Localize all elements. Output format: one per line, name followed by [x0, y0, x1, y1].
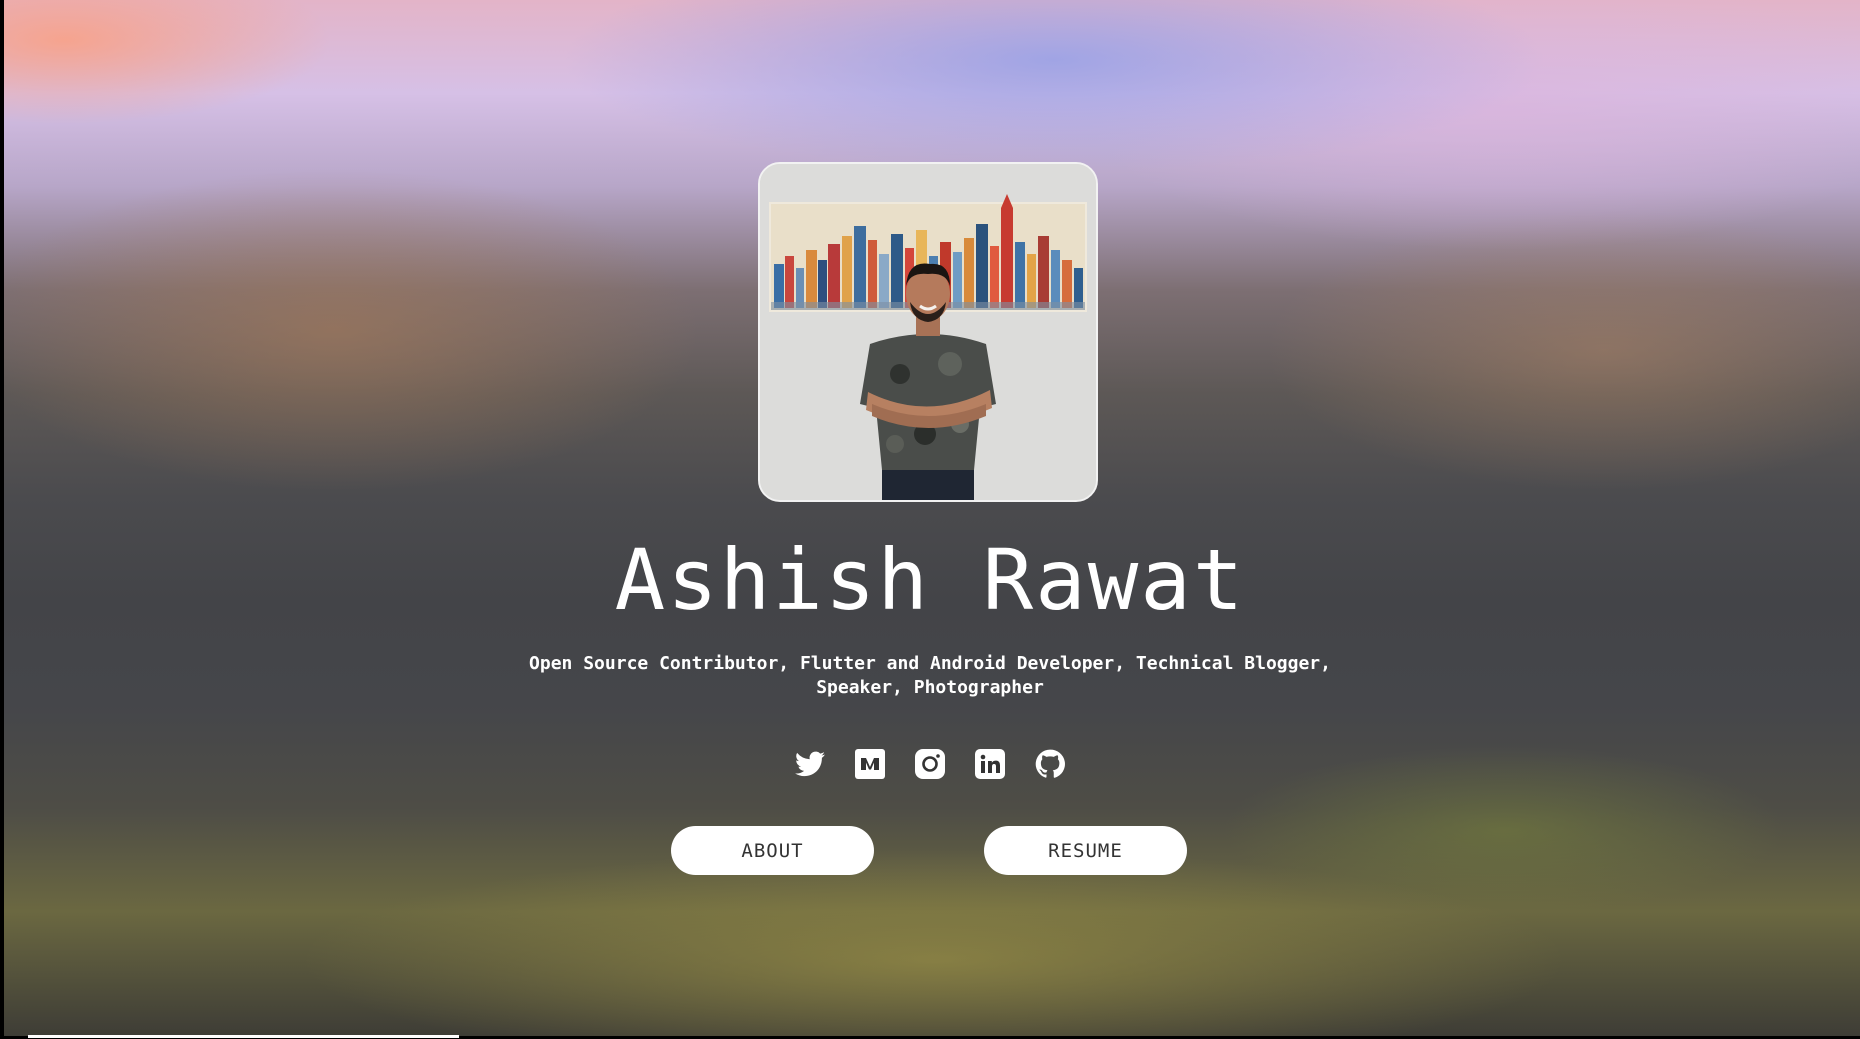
- medium-icon: [855, 749, 885, 779]
- instagram-link[interactable]: [915, 748, 945, 780]
- profile-photo: [758, 162, 1098, 502]
- scroll-progress-bar: [28, 1035, 459, 1038]
- social-links: [0, 748, 1860, 782]
- landing-page: Ashish Rawat Open Source Contributor, Fl…: [0, 0, 1860, 1039]
- instagram-icon: [915, 749, 945, 779]
- page-title: Ashish Rawat: [614, 531, 1246, 629]
- blurred-mountain-background: [4, 0, 1860, 1036]
- linkedin-icon: [975, 749, 1005, 779]
- about-button[interactable]: ABOUT: [671, 826, 874, 875]
- resume-button[interactable]: RESUME: [984, 826, 1187, 875]
- tagline: Open Source Contributor, Flutter and And…: [529, 653, 1331, 698]
- profile-photo-illustration: [760, 164, 1096, 500]
- github-icon: [1035, 749, 1065, 778]
- twitter-icon: [795, 751, 825, 777]
- medium-link[interactable]: [855, 748, 885, 780]
- twitter-link[interactable]: [795, 748, 825, 780]
- linkedin-link[interactable]: [975, 748, 1005, 780]
- github-link[interactable]: [1035, 748, 1065, 780]
